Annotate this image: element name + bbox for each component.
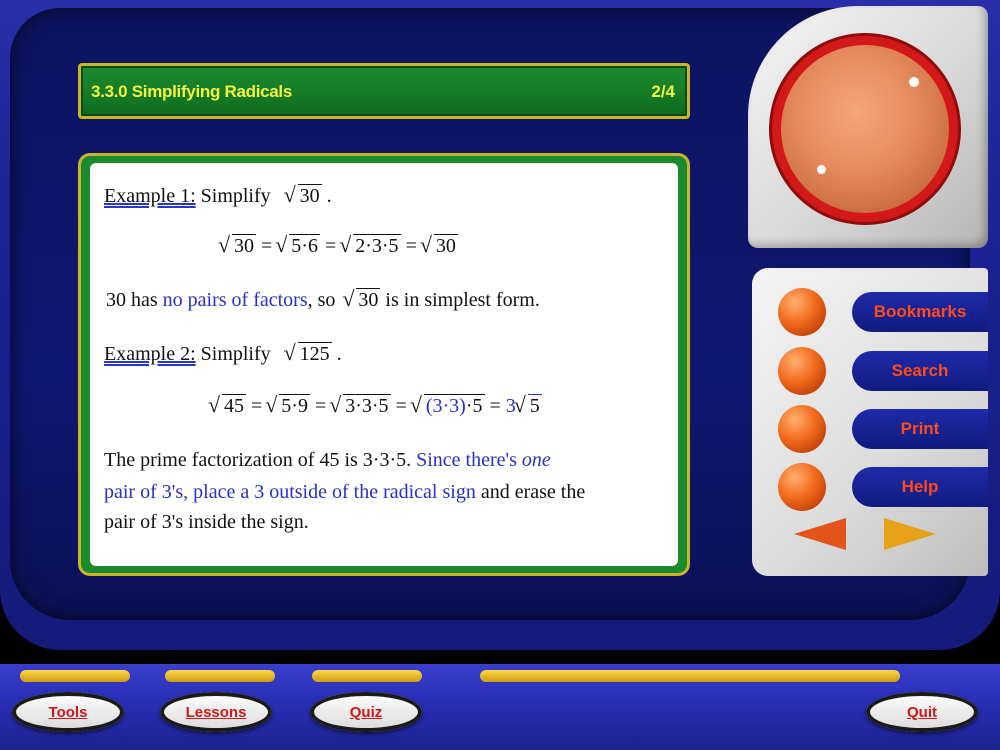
quiz-button[interactable]: Quiz: [310, 692, 422, 732]
gold-strip: [480, 670, 900, 682]
orange-ball-icon[interactable]: [778, 347, 826, 395]
menu-item-bookmarks[interactable]: Bookmarks: [752, 288, 988, 336]
orb-icon: [781, 45, 949, 213]
gold-strip: [20, 670, 130, 682]
help-button[interactable]: Help: [852, 467, 988, 507]
menu-item-print[interactable]: Print: [752, 405, 988, 453]
lesson-title-bar: 3.3.0 Simplifying Radicals 2/4: [78, 63, 690, 119]
lesson-content: Example 1: Simplify 30 . 30 = 5·6 = 2·3·…: [90, 163, 678, 566]
quit-button[interactable]: Quit: [866, 692, 978, 732]
menu-item-help[interactable]: Help: [752, 463, 988, 511]
search-button[interactable]: Search: [852, 351, 988, 391]
example-1-heading: Example 1: Simplify 30 .: [104, 182, 332, 208]
example-1-instruction: Simplify: [200, 185, 271, 207]
navigation-menu: Bookmarks Search Print Help: [752, 268, 988, 576]
content-panel: Example 1: Simplify 30 . 30 = 5·6 = 2·3·…: [78, 153, 690, 576]
tools-button[interactable]: Tools: [12, 692, 124, 732]
gold-strip: [165, 670, 275, 682]
example-2-label: Example 2:: [104, 343, 196, 365]
example-2-heading: Example 2: Simplify 125 .: [104, 340, 342, 366]
orange-ball-icon[interactable]: [778, 405, 826, 453]
example-2-explanation-line-1: The prime factorization of 45 is 3·3·5. …: [104, 449, 551, 471]
gold-strip: [312, 670, 422, 682]
lesson-title: 3.3.0 Simplifying Radicals: [91, 82, 292, 101]
example-2-explanation-line-2: pair of 3's, place a 3 outside of the ra…: [104, 481, 586, 503]
menu-item-search[interactable]: Search: [752, 347, 988, 395]
orb-glint: [909, 77, 919, 87]
example-2-radical: 125: [284, 340, 332, 366]
example-1-equation: 30 = 5·6 = 2·3·5 = 30: [218, 232, 458, 258]
bottom-toolbar: Tools Lessons Quiz Quit: [0, 664, 1000, 750]
example-1-label: Example 1:: [104, 185, 196, 207]
lessons-button[interactable]: Lessons: [160, 692, 272, 732]
orange-ball-icon[interactable]: [778, 463, 826, 511]
orb-panel: [748, 6, 988, 248]
example-1-explanation: 30 has no pairs of factors, so 30 is in …: [106, 286, 540, 312]
example-2-instruction: Simplify: [200, 343, 271, 365]
example-2-explanation-line-3: pair of 3's inside the sign.: [104, 511, 309, 533]
orange-ball-icon[interactable]: [778, 288, 826, 336]
bookmarks-button[interactable]: Bookmarks: [852, 292, 988, 332]
orb-ring: [772, 36, 958, 222]
example-2-equation: 45 = 5·9 = 3·3·5 = (3·3)·5 = 35: [208, 392, 542, 418]
page-indicator: 2/4: [651, 82, 675, 101]
previous-arrow-icon[interactable]: [794, 518, 846, 550]
app-window: 3.3.0 Simplifying Radicals 2/4 Example 1…: [0, 0, 1000, 750]
print-button[interactable]: Print: [852, 409, 988, 449]
next-arrow-icon[interactable]: [884, 518, 936, 550]
example-1-radical: 30: [284, 182, 322, 208]
orb-glint: [817, 165, 826, 174]
